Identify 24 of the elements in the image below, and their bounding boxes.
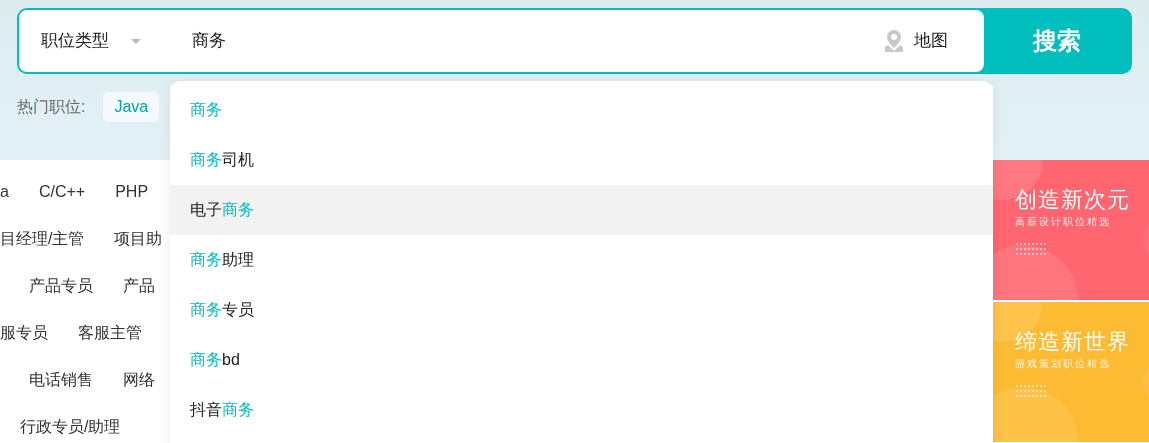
category-link[interactable]: 服专员 bbox=[0, 320, 48, 367]
category-link[interactable]: 产品 bbox=[123, 273, 155, 320]
location-pin-icon bbox=[882, 29, 906, 53]
banner-subtitle: 游戏策划职位精选 bbox=[1015, 358, 1112, 370]
banner-title: 缔造新世界 bbox=[1015, 328, 1131, 356]
category-link[interactable]: 电话销售 bbox=[29, 367, 93, 414]
search-input[interactable]: 商务 bbox=[169, 10, 882, 72]
category-link[interactable]: 项目助 bbox=[114, 226, 163, 273]
caret-icon bbox=[131, 38, 141, 44]
category-link[interactable]: 行政专员/助理 bbox=[20, 414, 121, 443]
hot-jobs-label: 热门职位: bbox=[17, 97, 86, 117]
category-link[interactable]: 产品专员 bbox=[29, 273, 93, 320]
category-select[interactable]: 职位类型 bbox=[19, 10, 169, 72]
banner-subtitle: 高薪设计职位精选 bbox=[1015, 216, 1112, 228]
suggestion-item[interactable]: 商务bd bbox=[170, 335, 993, 385]
category-link[interactable]: C/C++ bbox=[38, 179, 86, 226]
category-link[interactable]: 网络 bbox=[123, 367, 155, 414]
category-link[interactable]: 目经理/主管 bbox=[0, 226, 85, 273]
map-link[interactable]: 地图 bbox=[882, 10, 984, 72]
category-link[interactable]: PHP bbox=[115, 179, 149, 226]
category-link[interactable]: a bbox=[0, 179, 9, 226]
category-link[interactable]: 客服主管 bbox=[78, 320, 142, 367]
banner-title: 创造新次元 bbox=[1015, 186, 1131, 214]
suggestion-item[interactable]: 电子商务 bbox=[170, 185, 993, 235]
